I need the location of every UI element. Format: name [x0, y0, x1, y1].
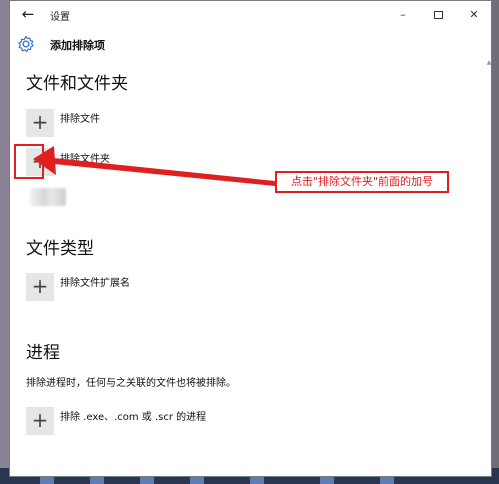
add-file-label[interactable]: 排除文件 — [60, 110, 100, 125]
gear-icon — [18, 35, 34, 53]
settings-window: ← 设置 – ✕ 添加排除项 ▲ 文件和文件夹 + 排除文件 + 排除文件夹 文… — [9, 0, 492, 477]
window-title: 设置 — [50, 12, 70, 23]
page-header: 添加排除项 — [10, 29, 491, 59]
add-extension-button[interactable]: + — [26, 273, 54, 301]
add-process-button[interactable]: + — [26, 407, 54, 435]
annotation-highlight-box — [14, 144, 44, 179]
title-bar: ← 设置 – ✕ — [10, 1, 491, 29]
blurred-item — [30, 188, 66, 206]
section-title-processes: 进程 — [26, 343, 60, 363]
section-title-files-folders: 文件和文件夹 — [26, 74, 128, 94]
back-arrow-icon[interactable]: ← — [18, 5, 38, 23]
close-button[interactable]: ✕ — [459, 5, 489, 25]
add-extension-label[interactable]: 排除文件扩展名 — [60, 274, 130, 289]
page-title: 添加排除项 — [50, 39, 105, 52]
maximize-icon — [433, 11, 443, 19]
processes-description: 排除进程时，任何与之关联的文件也将被排除。 — [26, 378, 236, 389]
add-folder-label[interactable]: 排除文件夹 — [60, 150, 110, 165]
scroll-up-icon[interactable]: ▲ — [486, 59, 491, 67]
add-process-label[interactable]: 排除 .exe、.com 或 .scr 的进程 — [60, 408, 206, 423]
section-title-file-types: 文件类型 — [26, 239, 94, 259]
add-file-button[interactable]: + — [26, 109, 54, 137]
maximize-button[interactable] — [423, 5, 453, 25]
annotation-callout: 点击"排除文件夹"前面的加号 — [275, 171, 449, 193]
minimize-button[interactable]: – — [388, 5, 418, 25]
scrollbar[interactable]: ▲ — [486, 59, 491, 476]
